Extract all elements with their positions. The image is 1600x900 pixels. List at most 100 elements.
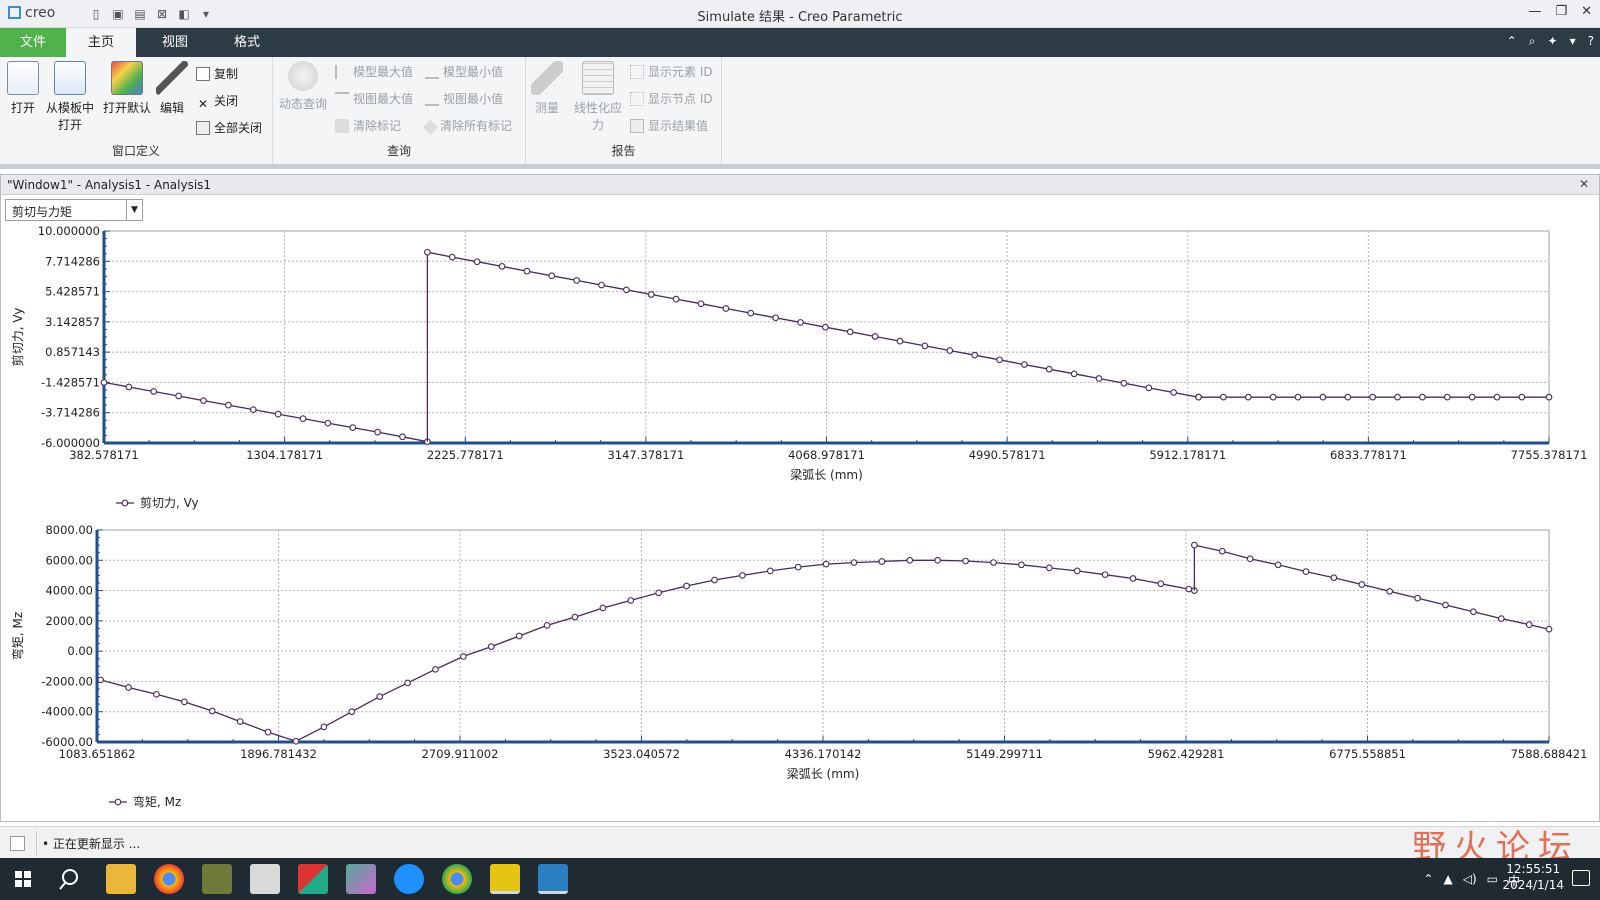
show-element-id-label: 显示元素 ID <box>648 65 713 79</box>
model-max-button[interactable]: 模型最大值 <box>335 63 413 80</box>
view-min-button[interactable]: 视图最小值 <box>425 90 503 107</box>
node-id-icon <box>630 92 644 106</box>
community-icon[interactable]: ✦ <box>1548 34 1558 49</box>
table-grid-icon <box>582 61 614 95</box>
display-icon[interactable]: ▭ <box>1487 872 1498 889</box>
tab-format[interactable]: 格式 <box>212 28 282 57</box>
group-report: 测量 线性化应 力 显示元素 ID 显示节点 ID 显示结果值 报告 <box>526 57 722 164</box>
close-all-label: 全部关闭 <box>214 121 263 135</box>
open-template-label-1: 从模板中 <box>45 101 94 115</box>
tab-file[interactable]: 文件 <box>0 28 66 57</box>
options-dropdown-icon[interactable]: ▾ <box>1570 34 1576 49</box>
tab-view[interactable]: 视图 <box>140 28 210 57</box>
measure-label: 测量 <box>534 101 559 115</box>
open-from-template-icon <box>54 61 86 95</box>
taskbar-clock[interactable]: 12:55:51 2024/1/14 <box>1502 861 1564 893</box>
element-id-icon <box>630 65 644 79</box>
view-min-label: 视图最小值 <box>443 92 504 106</box>
open-default-icon <box>111 61 143 95</box>
x-icon: ✕ <box>197 97 209 111</box>
app-root: creo ▯ ▣ ▤ ⊠ ◧ ▾ Simulate 结果 - Creo Para… <box>0 0 1600 900</box>
creo-parametric-icon[interactable] <box>490 864 520 894</box>
minimize-button[interactable]: — <box>1528 4 1541 19</box>
clock-date: 2024/1/14 <box>1502 878 1564 892</box>
restore-button[interactable]: ❐ <box>1555 4 1567 19</box>
show-node-id-button[interactable]: 显示节点 ID <box>630 90 713 107</box>
title-bar: creo ▯ ▣ ▤ ⊠ ◧ ▾ Simulate 结果 - Creo Para… <box>0 0 1600 28</box>
network-icon[interactable]: ▲ <box>1443 872 1452 889</box>
copy-icon <box>196 67 210 81</box>
clear-all-marks-button[interactable]: 清除所有标记 <box>422 117 513 136</box>
status-checkbox[interactable] <box>10 836 25 851</box>
dynamic-query-button[interactable]: 动态查询 <box>277 61 329 112</box>
close-all-button[interactable]: 全部关闭 <box>196 119 262 136</box>
dynamic-query-label: 动态查询 <box>278 97 327 111</box>
tray-chevron-icon[interactable]: ⌃ <box>1423 872 1433 889</box>
media-app-icon[interactable] <box>298 864 328 894</box>
open-default-label: 打开默认 <box>102 101 151 115</box>
open-button[interactable]: 打开 <box>6 61 40 116</box>
notification-center-icon[interactable] <box>1572 870 1590 886</box>
open-default-button[interactable]: 打开默认 <box>101 61 153 116</box>
view-max-label: 视图最大值 <box>353 92 414 106</box>
group-query: 动态查询 模型最大值 视图最大值 清除标记 模型最小值 视图最小值 清除所有标记… <box>273 57 526 164</box>
result-window-close-icon[interactable]: ✕ <box>1579 177 1589 191</box>
chevron-down-icon[interactable]: ▼ <box>126 200 142 220</box>
show-element-id-button[interactable]: 显示元素 ID <box>630 63 713 80</box>
copy-button[interactable]: 复制 <box>196 65 238 82</box>
clear-all-marks-label: 清除所有标记 <box>440 119 513 133</box>
clear-all-icon <box>422 119 439 136</box>
image-app-icon[interactable] <box>346 864 376 894</box>
close-label: 关闭 <box>214 94 239 108</box>
tab-bar-right-tools: ⌃ ⌕ ✦ ▾ ? <box>1507 34 1594 49</box>
status-separator <box>36 831 37 855</box>
report-app-icon[interactable] <box>250 864 280 894</box>
show-result-value-label: 显示结果值 <box>648 119 709 133</box>
open-icon <box>7 61 39 95</box>
view-max-button[interactable]: 视图最大值 <box>335 90 413 107</box>
ribbon: 打开 从模板中 打开 打开默认 编辑 复制 ✕ 关闭 全部关闭 窗口定义 动态查… <box>0 57 1600 169</box>
clock-time: 12:55:51 <box>1506 862 1561 876</box>
clear-mark-button[interactable]: 清除标记 <box>335 117 401 134</box>
group-title-query: 查询 <box>386 144 411 158</box>
creo-simulate-icon[interactable] <box>538 864 568 894</box>
linearize-stress-button[interactable]: 线性化应 力 <box>570 61 626 133</box>
result-window-title: "Window1" - Analysis1 - Analysis1 <box>7 178 212 192</box>
download-app-icon[interactable] <box>394 864 424 894</box>
taskbar: ⌃ ▲ ◁) ▭ 中 12:55:51 2024/1/14 <box>0 858 1600 900</box>
model-max-label: 模型最大值 <box>353 65 414 79</box>
window-title: Simulate 结果 - Creo Parametric <box>697 10 903 25</box>
window-controls: — ❐ ✕ <box>1528 4 1592 19</box>
edit-button[interactable]: 编辑 <box>156 61 188 116</box>
clear-mark-label: 清除标记 <box>353 119 402 133</box>
ribbon-tab-bar: 文件 主页 视图 格式 ⌃ ⌕ ✦ ▾ ? <box>0 28 1600 57</box>
open-from-template-button[interactable]: 从模板中 打开 <box>44 61 96 133</box>
collapse-ribbon-icon[interactable]: ⌃ <box>1507 34 1517 49</box>
open-template-label-2: 打开 <box>57 118 82 132</box>
file-explorer-icon[interactable] <box>106 864 136 894</box>
view-min-icon <box>425 92 439 106</box>
close-button[interactable]: ✕ <box>1581 4 1592 19</box>
chrome-icon[interactable] <box>154 864 184 894</box>
show-result-value-button[interactable]: 显示结果值 <box>630 117 708 134</box>
tab-home[interactable]: 主页 <box>66 28 136 57</box>
close-view-button[interactable]: ✕ 关闭 <box>196 92 238 111</box>
volume-icon[interactable]: ◁) <box>1463 872 1477 889</box>
result-type-value: 剪切与力矩 <box>12 205 73 219</box>
help-icon[interactable]: ? <box>1588 34 1594 49</box>
result-type-select[interactable]: 剪切与力矩 ▼ <box>5 199 143 221</box>
windows-start-icon[interactable] <box>8 864 38 894</box>
eraser-icon <box>335 119 349 133</box>
group-title-report: 报告 <box>611 144 636 158</box>
copy-label: 复制 <box>214 67 239 81</box>
search-icon[interactable]: ⌕ <box>1529 34 1536 49</box>
result-value-icon <box>630 119 644 133</box>
measure-button[interactable]: 测量 <box>530 61 564 116</box>
search-icon[interactable] <box>56 864 86 894</box>
chrome-icon-2[interactable] <box>442 864 472 894</box>
model-min-button[interactable]: 模型最小值 <box>425 63 503 80</box>
ruler-icon <box>531 61 563 95</box>
model-min-label: 模型最小值 <box>443 65 504 79</box>
result-window-header: "Window1" - Analysis1 - Analysis1 ✕ <box>1 175 1599 195</box>
notes-app-icon[interactable] <box>202 864 232 894</box>
